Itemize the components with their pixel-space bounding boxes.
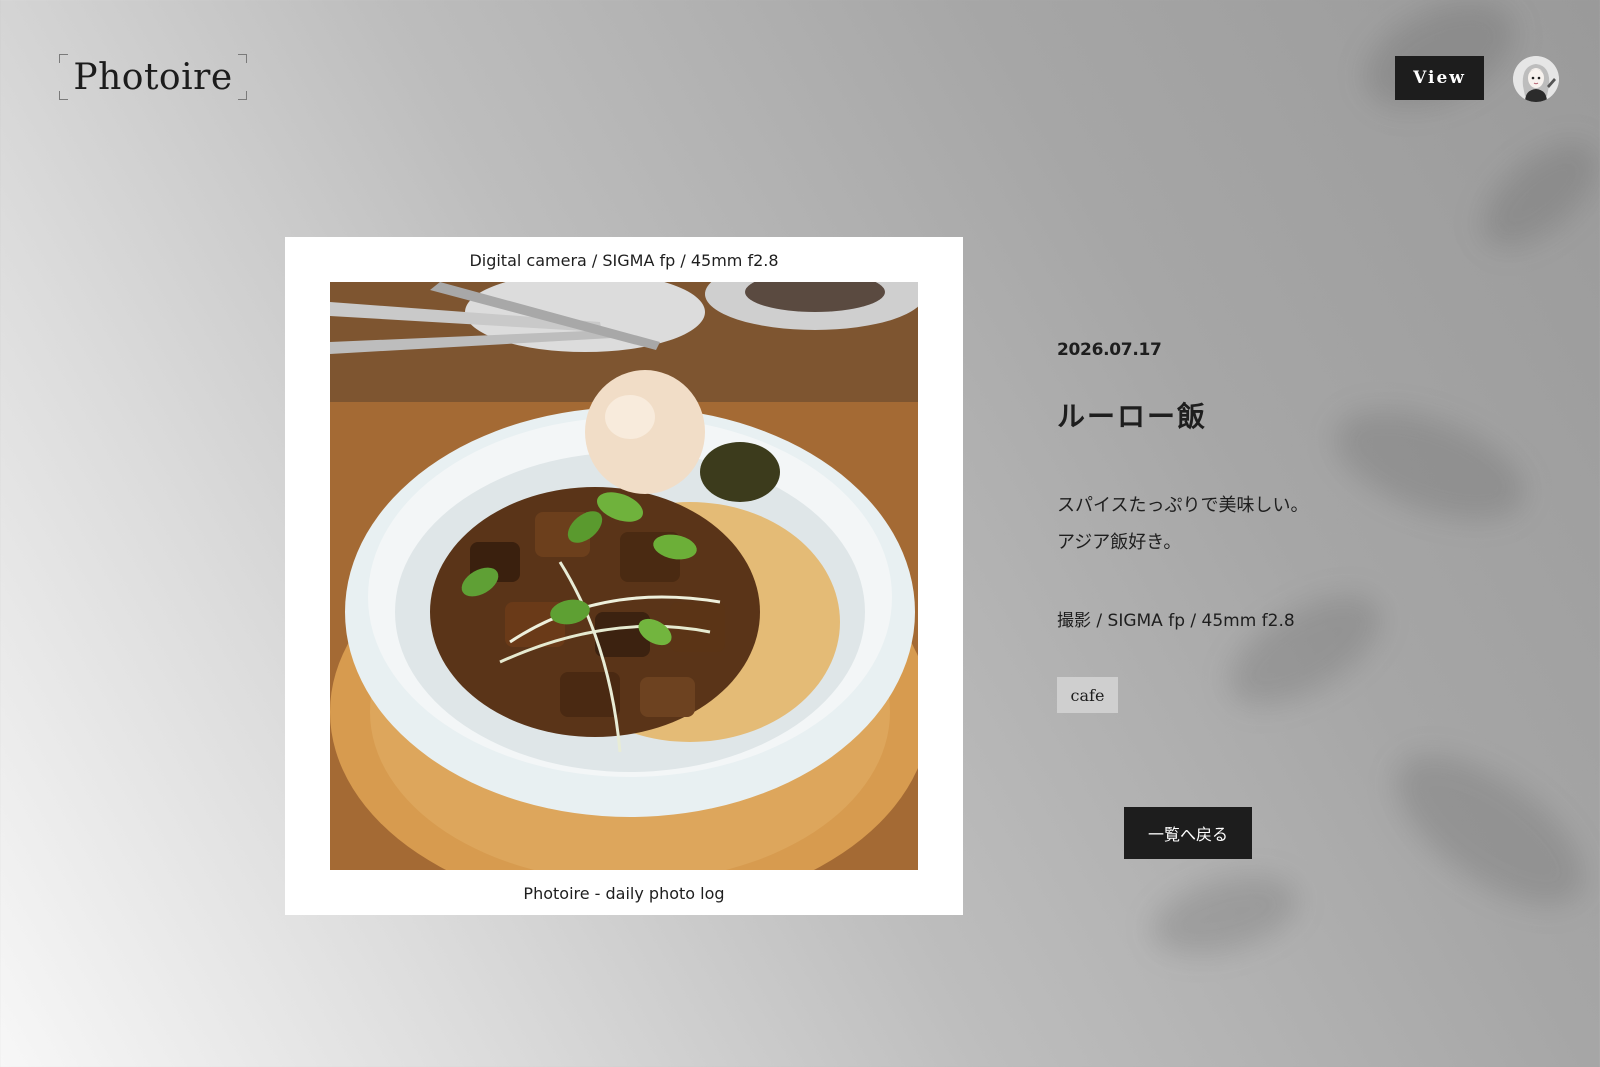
avatar[interactable]: [1513, 56, 1559, 102]
photo-bottom-caption: Photoire - daily photo log: [523, 884, 725, 903]
leaf-shadow: [1211, 572, 1399, 728]
leaf-shadow: [1371, 725, 1600, 935]
photo-card: Digital camera / SIGMA fp / 45mm f2.8 Ph…: [285, 237, 963, 915]
logo-corner: [238, 91, 247, 100]
logo-text: Photoire: [73, 56, 233, 98]
food-photo-illustration: [330, 282, 918, 870]
food-photo[interactable]: [330, 282, 918, 870]
description-line: スパイスたっぷりで美味しい。: [1057, 495, 1309, 516]
leaf-shadow: [1463, 123, 1600, 267]
site-logo[interactable]: Photoire: [59, 54, 247, 100]
logo-corner: [59, 91, 68, 100]
avatar-illustration: [1513, 56, 1559, 102]
post-date: 2026.07.17: [1057, 340, 1162, 360]
description-line: アジア飯好き。: [1057, 532, 1182, 553]
logo-corner: [238, 54, 247, 63]
camera-info: 撮影 / SIGMA fp / 45mm f2.8: [1057, 611, 1295, 631]
view-button[interactable]: View: [1395, 56, 1484, 100]
leaf-shadow: [1320, 388, 1540, 542]
tag-cafe[interactable]: cafe: [1057, 677, 1118, 713]
post-title: ルーロー飯: [1057, 400, 1208, 433]
photo-top-caption: Digital camera / SIGMA fp / 45mm f2.8: [469, 251, 779, 270]
logo-corner: [59, 54, 68, 63]
back-to-list-button[interactable]: 一覧へ戻る: [1124, 807, 1252, 859]
leaf-shadow: [1143, 861, 1307, 969]
post-description: スパイスたっぷりで美味しい。 アジア飯好き。: [1057, 487, 1308, 561]
